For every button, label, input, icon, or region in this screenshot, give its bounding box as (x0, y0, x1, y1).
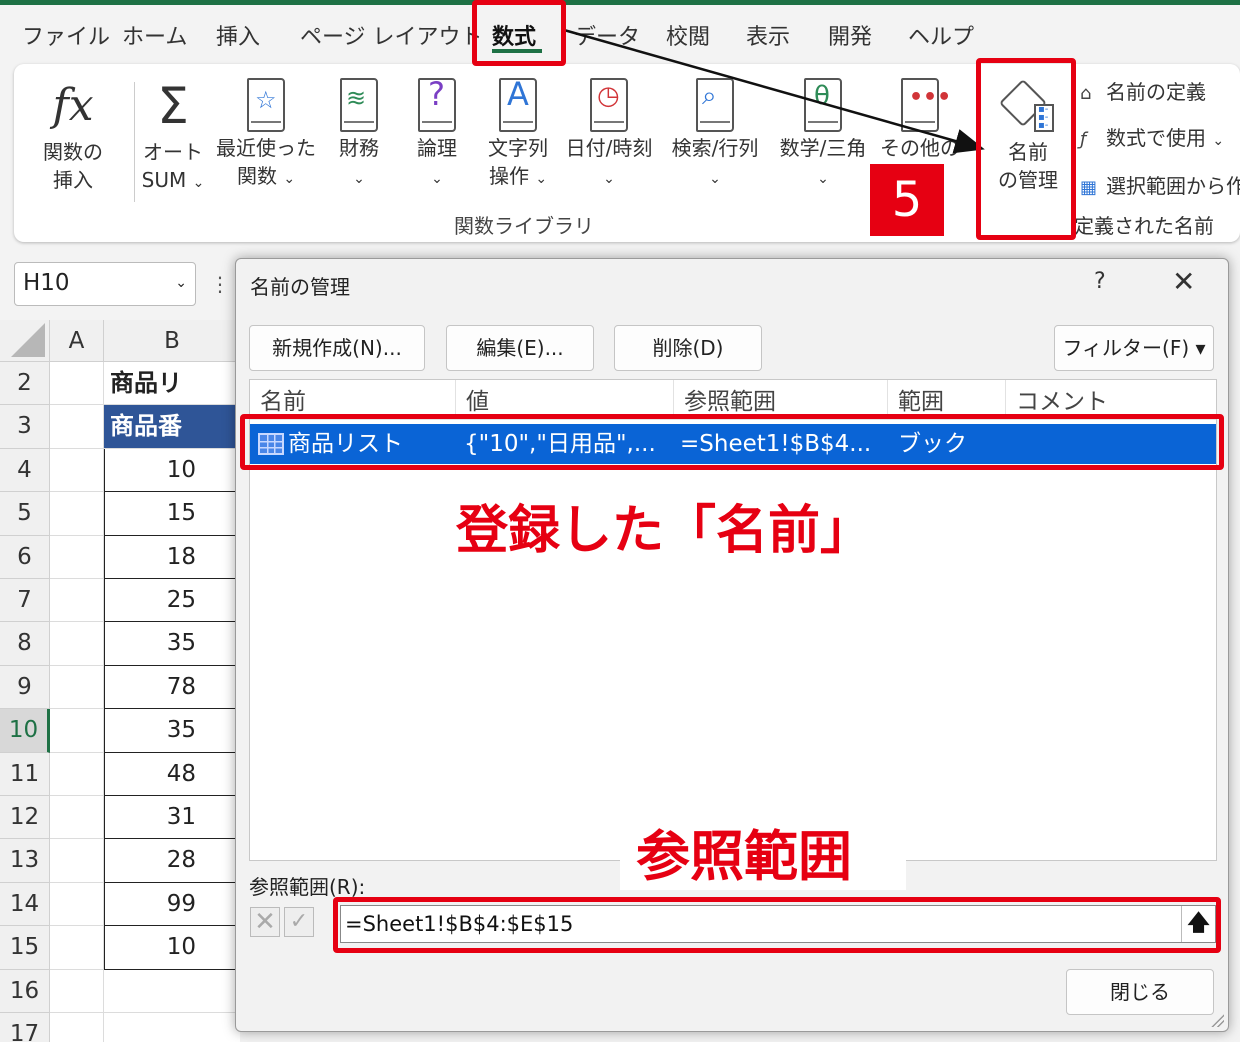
chevron-down-icon[interactable]: ⌄ (175, 275, 187, 291)
cell-a[interactable] (50, 1013, 104, 1042)
refers-to-input[interactable]: =Sheet1!$B$4:$E$15 🡅 (340, 905, 1216, 943)
cancel-edit-icon[interactable]: ✕ (250, 907, 280, 937)
row-header[interactable]: 13 (0, 839, 50, 883)
filter-button[interactable]: フィルター(F) ▾ (1054, 325, 1214, 371)
row-header[interactable]: 7 (0, 579, 50, 623)
cell-b[interactable]: 10 (104, 926, 240, 970)
cell-b[interactable]: 15 (104, 492, 240, 536)
cell-a[interactable] (50, 405, 104, 449)
row-header[interactable]: 14 (0, 882, 50, 927)
cell-b[interactable]: 25 (104, 579, 240, 623)
list-header-refers-to[interactable]: 参照範囲 (674, 380, 888, 420)
dialog-title: 名前の管理 (250, 275, 350, 299)
row-header[interactable]: 8 (0, 622, 50, 666)
list-header-comment[interactable]: コメント (1006, 380, 1216, 420)
entry-scope: ブック (898, 431, 967, 457)
cell-b[interactable]: 18 (104, 535, 240, 579)
cell-a[interactable] (50, 709, 104, 753)
cell-b[interactable]: 31 (104, 796, 240, 840)
edit-name-button[interactable]: 編集(E)... (446, 325, 594, 371)
cell-a[interactable] (50, 622, 104, 666)
entry-value: {"10","日用品",... (464, 431, 656, 457)
entry-refers-to: =Sheet1!$B$4... (680, 431, 872, 457)
annotation-reference-range: 参照範囲 (636, 825, 852, 888)
row-header[interactable]: 6 (0, 535, 50, 579)
collapse-dialog-icon[interactable]: 🡅 (1181, 906, 1215, 942)
cell-b[interactable] (104, 970, 240, 1013)
row-header[interactable]: 5 (0, 492, 50, 536)
cell-a[interactable] (50, 665, 104, 710)
cell-a[interactable] (50, 796, 104, 840)
list-header-name[interactable]: 名前 (250, 380, 456, 420)
row-header[interactable]: 11 (0, 752, 50, 796)
cell-a[interactable] (50, 535, 104, 579)
annotation-arrow (563, 28, 985, 154)
cell-a[interactable] (50, 882, 104, 927)
list-header-value[interactable]: 値 (456, 380, 674, 420)
more-options-icon[interactable]: ⋮ (210, 272, 230, 296)
new-name-button[interactable]: 新規作成(N)... (249, 325, 425, 371)
cell-a[interactable] (50, 926, 104, 970)
delete-name-button[interactable]: 削除(D) (614, 325, 762, 371)
row-header[interactable]: 16 (0, 969, 50, 1013)
cell-b[interactable]: 35 (104, 709, 240, 753)
annotation-registered-name: 登録した「名前」 (456, 501, 873, 561)
cell-b[interactable]: 78 (104, 665, 240, 710)
name-box[interactable]: H10 ⌄ (14, 262, 196, 306)
column-header-b[interactable]: B (104, 320, 240, 362)
row-header[interactable]: 17 (0, 1013, 50, 1042)
cell-a[interactable] (50, 492, 104, 536)
names-list[interactable]: 名前 値 参照範囲 範囲 コメント 商品リスト {"10","日用品",... … (249, 379, 1217, 861)
cell-a[interactable] (50, 752, 104, 796)
cell-b[interactable]: 10 (104, 448, 240, 493)
list-header-scope[interactable]: 範囲 (888, 380, 1006, 420)
row-header[interactable]: 4 (0, 448, 50, 493)
resize-grip[interactable] (1208, 1011, 1224, 1027)
cell-b[interactable] (104, 1013, 240, 1042)
close-icon[interactable]: ✕ (1172, 265, 1195, 298)
cell-b[interactable]: 99 (104, 882, 240, 927)
help-icon[interactable]: ? (1094, 269, 1106, 294)
column-header-a[interactable]: A (50, 320, 104, 362)
cell-a[interactable] (50, 448, 104, 493)
step-badge: 5 (870, 164, 944, 236)
row-header[interactable]: 12 (0, 796, 50, 840)
list-item[interactable]: 商品リスト {"10","日用品",... =Sheet1!$B$4... ブッ… (250, 424, 1216, 464)
cell-b[interactable]: 商品リスト (104, 362, 240, 440)
function-library-group-label: 関数ライブラリ (454, 214, 594, 238)
cell-b[interactable]: 35 (104, 622, 240, 666)
select-all-button[interactable] (0, 320, 50, 362)
refers-to-label: 参照範囲(R): (249, 875, 366, 899)
confirm-edit-icon[interactable]: ✓ (284, 907, 314, 937)
cell-b[interactable]: 商品番号 (104, 405, 240, 483)
table-icon (258, 433, 284, 455)
cell-a[interactable] (50, 969, 104, 1013)
cell-a[interactable] (50, 839, 104, 883)
row-header[interactable]: 2 (0, 362, 50, 406)
row-header[interactable]: 15 (0, 926, 50, 970)
defined-names-group-label: 定義された名前 (1074, 214, 1214, 238)
select-all-triangle-icon (11, 323, 45, 357)
close-button[interactable]: 閉じる (1066, 969, 1214, 1015)
name-manager-dialog: 名前の管理 ? ✕ 新規作成(N)... 編集(E)... 削除(D) フィルタ… (235, 258, 1229, 1032)
cell-b[interactable]: 48 (104, 752, 240, 796)
row-header[interactable]: 9 (0, 665, 50, 710)
worksheet-grid: A B 2 商品リスト 3 商品番号 4 10 5 15 6 18 7 25 8 35 9 78 10 35 11 4… (0, 320, 240, 1042)
row-header[interactable]: 10 (0, 709, 50, 753)
cell-a[interactable] (50, 362, 104, 406)
cell-a[interactable] (50, 579, 104, 623)
row-header[interactable]: 3 (0, 405, 50, 449)
entry-name: 商品リスト (288, 431, 403, 457)
cell-b[interactable]: 28 (104, 839, 240, 883)
